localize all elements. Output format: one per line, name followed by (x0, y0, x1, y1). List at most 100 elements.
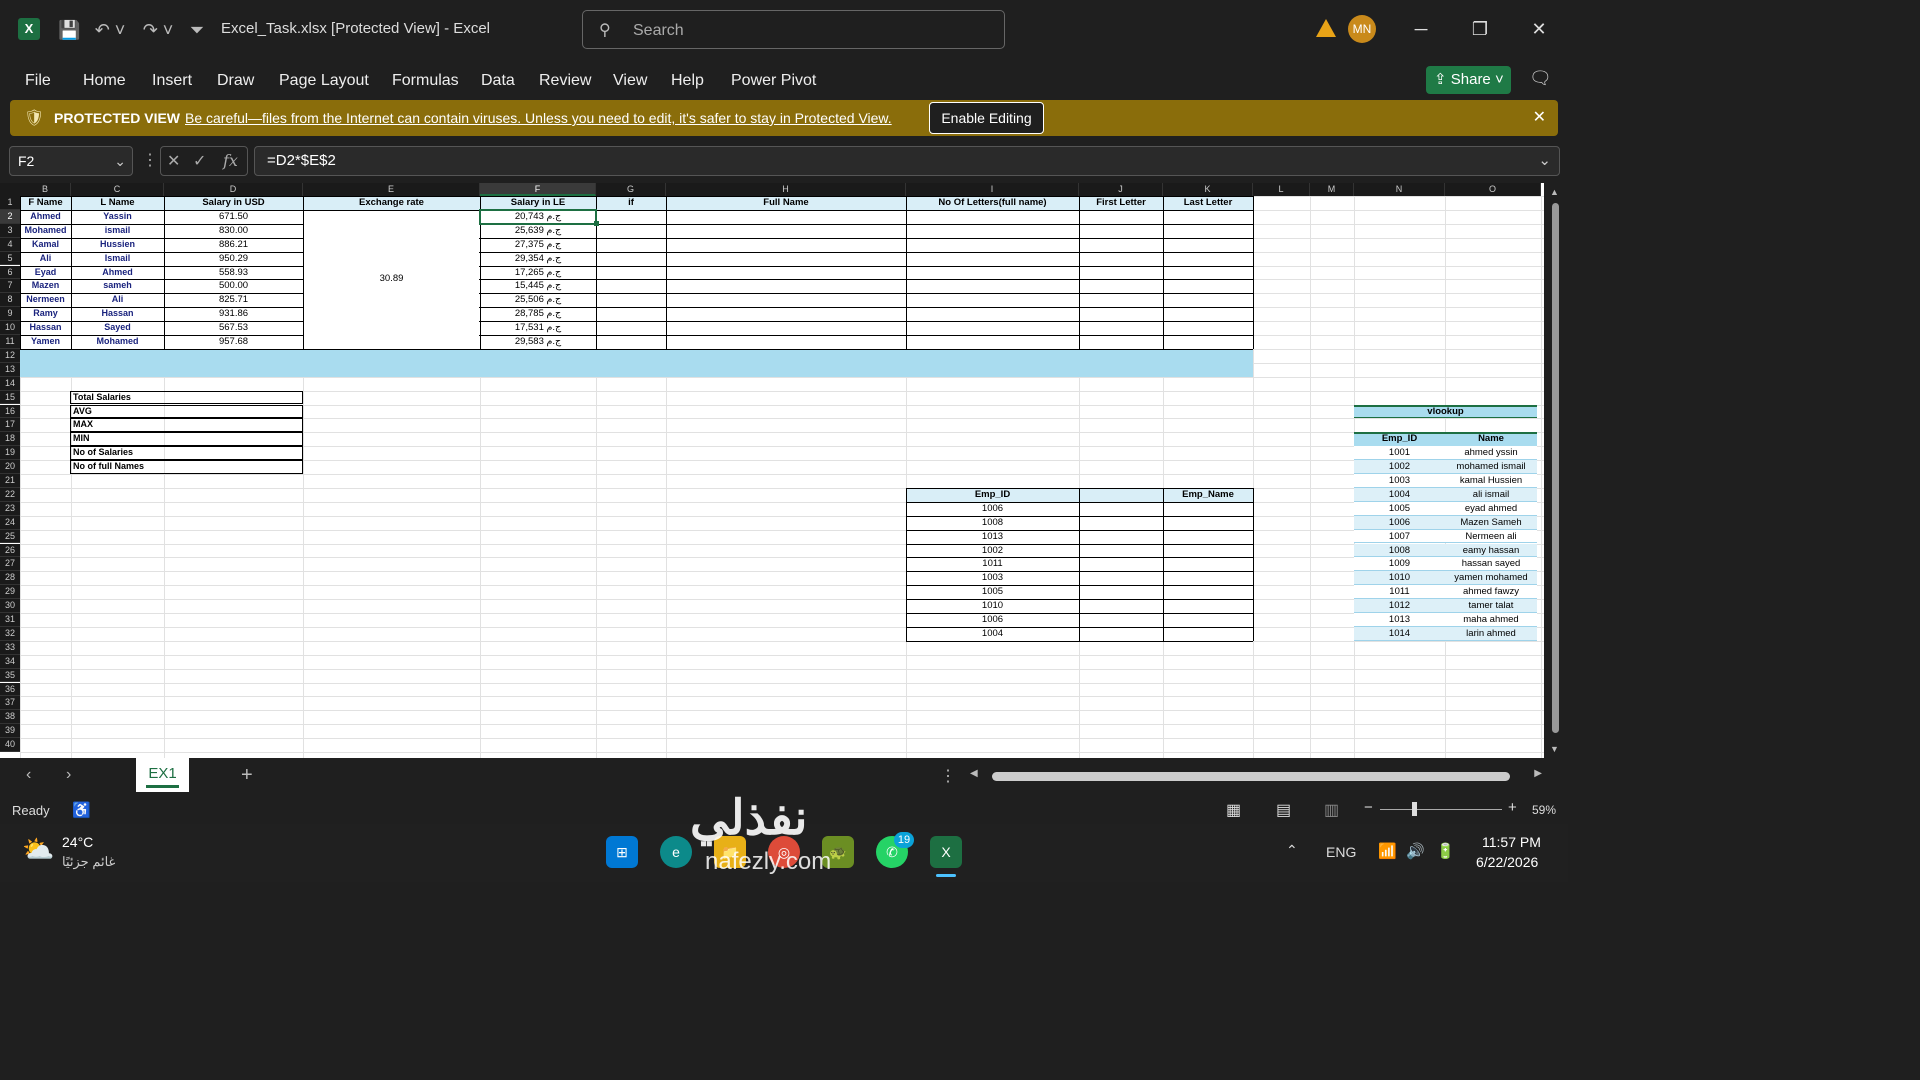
excel-taskbar-icon[interactable]: X (930, 836, 962, 868)
avatar[interactable]: MN (1348, 15, 1376, 43)
summary-label[interactable]: MIN (73, 432, 301, 445)
row-header[interactable]: 11 (0, 335, 20, 349)
row-header[interactable]: 24 (0, 515, 20, 530)
row-header[interactable]: 4 (0, 237, 20, 252)
row-header[interactable]: 15 (0, 390, 20, 405)
row-header[interactable]: 30 (0, 599, 20, 613)
zoom-slider-thumb[interactable] (1412, 802, 1417, 816)
enter-icon[interactable]: ✓ (193, 151, 206, 171)
lookup-emp-id[interactable]: 1008 (906, 516, 1079, 529)
row-header[interactable]: 18 (0, 432, 20, 447)
row-header[interactable]: 16 (0, 404, 20, 419)
chevron-down-icon[interactable]: ⌄ (114, 147, 126, 175)
cell-salary-usd[interactable]: 825.71 (164, 293, 303, 306)
column-header-f[interactable]: F (480, 183, 596, 196)
row-header[interactable]: 10 (0, 321, 20, 335)
cell-salary-usd[interactable]: 950.29 (164, 252, 303, 265)
vlookup-name[interactable]: mohamed ismail (1445, 460, 1537, 473)
column-header-h[interactable]: H (666, 183, 906, 196)
tab-view[interactable]: View (613, 72, 647, 90)
warning-icon[interactable] (1316, 19, 1336, 37)
row-header[interactable]: 25 (0, 529, 20, 544)
close-icon[interactable]: ✕ (1526, 16, 1552, 42)
cell-salary-le[interactable]: 29,354 ج.م (480, 252, 596, 265)
header-full-name[interactable]: Full Name (666, 196, 906, 209)
fill-handle[interactable] (594, 220, 599, 226)
language-indicator[interactable]: ENG (1326, 844, 1356, 860)
comments-icon[interactable]: 🗨 (1529, 68, 1552, 89)
vlookup-id[interactable]: 1011 (1354, 585, 1445, 598)
vlookup-id[interactable]: 1013 (1354, 613, 1445, 626)
row-header[interactable]: 3 (0, 223, 20, 238)
prev-sheet-icon[interactable]: ‹ (26, 766, 31, 784)
cell-salary-le[interactable]: 25,639 ج.م (480, 224, 596, 237)
header-first-letter[interactable]: First Letter (1079, 196, 1163, 209)
scroll-thumb[interactable] (1552, 203, 1559, 733)
row-header[interactable]: 36 (0, 682, 20, 697)
enable-editing-button[interactable]: Enable Editing (929, 102, 1044, 134)
cell-last-name[interactable]: Yassin (71, 210, 164, 223)
tab-data[interactable]: Data (481, 72, 515, 90)
cell-salary-usd[interactable]: 931.86 (164, 307, 303, 320)
more-icon[interactable]: ⋮ (142, 150, 158, 170)
row-header[interactable]: 13 (0, 362, 20, 377)
sheet-tab[interactable]: EX1 (136, 758, 189, 792)
row-header[interactable]: 28 (0, 571, 20, 586)
row-header[interactable]: 27 (0, 557, 20, 572)
cell-salary-le[interactable]: 17,265 ج.م (480, 266, 596, 279)
page-layout-view-icon[interactable]: ▤ (1276, 800, 1291, 820)
cell-salary-usd[interactable]: 558.93 (164, 266, 303, 279)
clock-date[interactable]: 6/22/2026 (1476, 854, 1538, 870)
vlookup-title[interactable]: vlookup (1354, 405, 1537, 418)
vlookup-id[interactable]: 1006 (1354, 516, 1445, 529)
vlookup-id[interactable]: 1014 (1354, 627, 1445, 640)
row-header[interactable]: 2 (0, 209, 20, 224)
vlookup-name[interactable]: Nermeen ali (1445, 530, 1537, 543)
cell-salary-le[interactable]: 25,506 ج.م (480, 293, 596, 306)
lookup-emp-id-header[interactable]: Emp_ID (906, 488, 1079, 501)
expand-icon[interactable]: ⌄ (1538, 147, 1551, 175)
row-header[interactable]: 5 (0, 251, 20, 266)
row-header[interactable]: 21 (0, 474, 20, 488)
lookup-emp-id[interactable]: 1004 (906, 627, 1079, 640)
lookup-emp-id[interactable]: 1013 (906, 530, 1079, 543)
cell-first-name[interactable]: Ahmed (20, 210, 71, 223)
horizontal-scrollbar[interactable]: ◀ ▶ (970, 766, 1542, 786)
minimize-icon[interactable]: ─ (1408, 16, 1434, 42)
cell-first-name[interactable]: Ali (20, 252, 71, 265)
vlookup-name[interactable]: ahmed fawzy (1445, 585, 1537, 598)
row-header[interactable]: 22 (0, 487, 20, 502)
summary-label[interactable]: Total Salaries (73, 391, 301, 404)
scroll-down-icon[interactable]: ▼ (1550, 744, 1559, 754)
scroll-left-icon[interactable]: ◀ (970, 768, 978, 779)
cell-first-name[interactable]: Kamal (20, 238, 71, 251)
column-header-e[interactable]: E (303, 183, 480, 196)
redo-icon[interactable]: ↷ ˅ (140, 17, 176, 43)
vlookup-name[interactable]: ahmed yssin (1445, 446, 1537, 459)
row-header[interactable]: 14 (0, 376, 20, 391)
summary-label[interactable]: No of full Names (73, 460, 301, 473)
header-l-name[interactable]: L Name (71, 196, 164, 209)
row-header[interactable]: 26 (0, 543, 20, 558)
close-bar-icon[interactable]: ✕ (1533, 107, 1546, 127)
page-break-view-icon[interactable]: ▥ (1324, 800, 1339, 820)
cell-first-name[interactable]: Mazen (20, 279, 71, 292)
row-header[interactable]: 12 (0, 348, 20, 363)
restore-icon[interactable]: ❐ (1467, 16, 1493, 42)
save-icon[interactable]: 💾 (58, 17, 80, 43)
vlookup-id-header[interactable]: Emp_ID (1354, 432, 1445, 445)
wifi-icon[interactable]: 📶 (1378, 842, 1397, 860)
cell-last-name[interactable]: Sayed (71, 321, 164, 334)
lookup-emp-id[interactable]: 1002 (906, 544, 1079, 557)
row-header[interactable]: 35 (0, 668, 20, 683)
row-header[interactable]: 9 (0, 307, 20, 322)
row-header[interactable]: 8 (0, 293, 20, 308)
column-header-d[interactable]: D (164, 183, 303, 196)
cell-last-name[interactable]: Ismail (71, 252, 164, 265)
cell-first-name[interactable]: Eyad (20, 266, 71, 279)
vlookup-id[interactable]: 1007 (1354, 530, 1445, 543)
cell-salary-le[interactable]: 28,785 ج.م (480, 307, 596, 320)
row-header[interactable]: 34 (0, 654, 20, 669)
formula-input[interactable]: =D2*$E$2 ⌄ (254, 146, 1560, 176)
cell-first-name[interactable]: Yamen (20, 335, 71, 348)
